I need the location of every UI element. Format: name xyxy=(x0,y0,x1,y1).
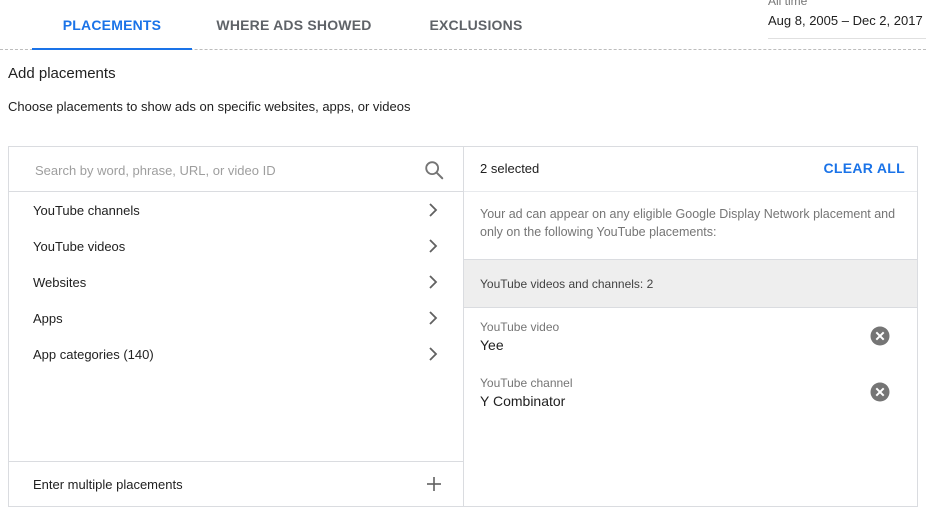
search-input[interactable] xyxy=(33,157,413,183)
selected-count: 2 selected xyxy=(480,161,540,176)
chevron-right-icon xyxy=(429,239,438,253)
chevron-right-icon xyxy=(429,203,438,217)
chevron-right-icon xyxy=(429,275,438,289)
category-apps[interactable]: Apps xyxy=(9,300,463,336)
enter-multiple-label: Enter multiple placements xyxy=(33,476,183,492)
category-label: YouTube videos xyxy=(33,238,126,254)
chevron-right-icon xyxy=(429,347,438,361)
selected-item: YouTube channel Y Combinator xyxy=(480,376,900,416)
category-youtube-channels[interactable]: YouTube channels xyxy=(9,192,463,228)
category-youtube-videos[interactable]: YouTube videos xyxy=(9,228,463,264)
tab-placements[interactable]: PLACEMENTS xyxy=(32,0,192,50)
date-range-value[interactable]: Aug 8, 2005 – Dec 2, 2017 xyxy=(768,12,926,39)
plus-icon xyxy=(427,477,441,491)
selected-placements: 2 selected CLEAR ALL Your ad can appear … xyxy=(464,147,917,506)
chevron-right-icon xyxy=(429,311,438,325)
selection-header: 2 selected CLEAR ALL xyxy=(464,147,917,192)
category-label: Apps xyxy=(33,310,63,326)
remove-icon[interactable] xyxy=(870,382,890,402)
selected-item-type: YouTube channel xyxy=(480,376,573,390)
remove-icon[interactable] xyxy=(870,326,890,346)
category-list: YouTube channels YouTube videos Websites… xyxy=(9,192,463,372)
selected-item-name: Yee xyxy=(480,337,504,353)
category-label: YouTube channels xyxy=(33,202,140,218)
tab-bar: PLACEMENTS WHERE ADS SHOWED EXCLUSIONS A… xyxy=(0,0,926,50)
search-icon[interactable] xyxy=(423,159,445,181)
category-app-categories[interactable]: App categories (140) xyxy=(9,336,463,372)
tab-where-ads-showed[interactable]: WHERE ADS SHOWED xyxy=(210,0,378,49)
enter-multiple-placements-button[interactable]: Enter multiple placements xyxy=(9,461,463,506)
category-label: Websites xyxy=(33,274,87,290)
date-range-picker[interactable]: All time Aug 8, 2005 – Dec 2, 2017 xyxy=(768,0,926,39)
placements-panel: YouTube channels YouTube videos Websites… xyxy=(8,146,918,507)
placement-browser: YouTube channels YouTube videos Websites… xyxy=(9,147,464,506)
page-title: Add placements xyxy=(8,65,116,82)
category-label: App categories (140) xyxy=(33,346,154,362)
date-range-label: All time xyxy=(768,0,808,8)
tab-exclusions[interactable]: EXCLUSIONS xyxy=(418,0,534,49)
category-websites[interactable]: Websites xyxy=(9,264,463,300)
page-subtitle: Choose placements to show ads on specifi… xyxy=(8,99,411,114)
selected-item-name: Y Combinator xyxy=(480,393,566,409)
group-header: YouTube videos and channels: 2 xyxy=(464,259,917,308)
selected-item-type: YouTube video xyxy=(480,320,560,334)
clear-all-button[interactable]: CLEAR ALL xyxy=(823,160,905,176)
search-bar xyxy=(9,147,463,192)
selected-item: YouTube video Yee xyxy=(480,320,900,360)
selection-note: Your ad can appear on any eligible Googl… xyxy=(480,207,896,239)
